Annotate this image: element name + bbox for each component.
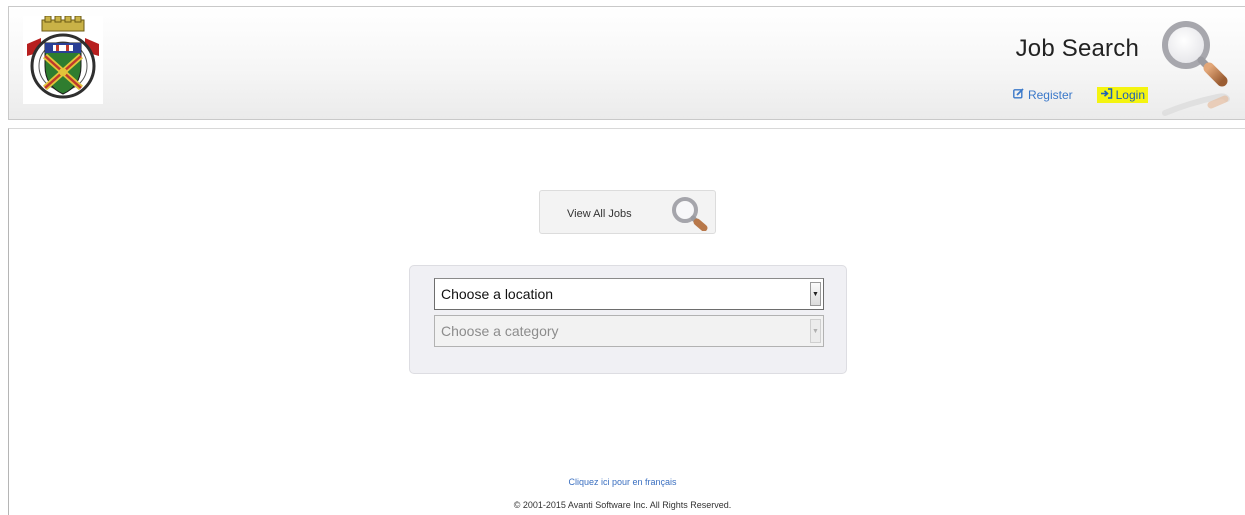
edit-icon [1013,88,1024,102]
copyright-text: © 2001-2015 Avanti Software Inc. All Rig… [513,500,732,510]
register-label: Register [1027,88,1073,102]
location-select-value: Choose a location [441,286,554,302]
location-select[interactable]: Choose a location ▼ [434,278,824,310]
category-select: Choose a category ▼ [434,315,824,347]
category-select-value: Choose a category [441,323,559,339]
login-link[interactable]: Login [1096,87,1148,103]
header-nav: Register Login [1013,87,1148,103]
header-bar: Job Search Register Login [8,6,1245,120]
dropdown-arrow-icon: ▼ [810,319,821,343]
view-all-jobs-label: View All Jobs [567,208,632,220]
page: Job Search Register Login View All Jobs … [0,0,1245,515]
page-title: Job Search [1015,35,1139,62]
crest-logo [23,15,103,104]
login-label: Login [1115,88,1145,102]
dropdown-arrow-icon[interactable]: ▼ [810,282,821,306]
magnifier-icon [668,195,710,232]
french-language-link-row: Cliquez ici pour en français [0,477,1245,487]
view-all-jobs-button[interactable]: View All Jobs [539,190,716,234]
french-language-link[interactable]: Cliquez ici pour en français [568,477,676,487]
magnifier-icon [1159,19,1231,117]
register-link[interactable]: Register [1013,88,1073,102]
job-filter-panel: Choose a location ▼ Choose a category ▼ [409,265,847,374]
sign-in-icon [1100,88,1113,102]
